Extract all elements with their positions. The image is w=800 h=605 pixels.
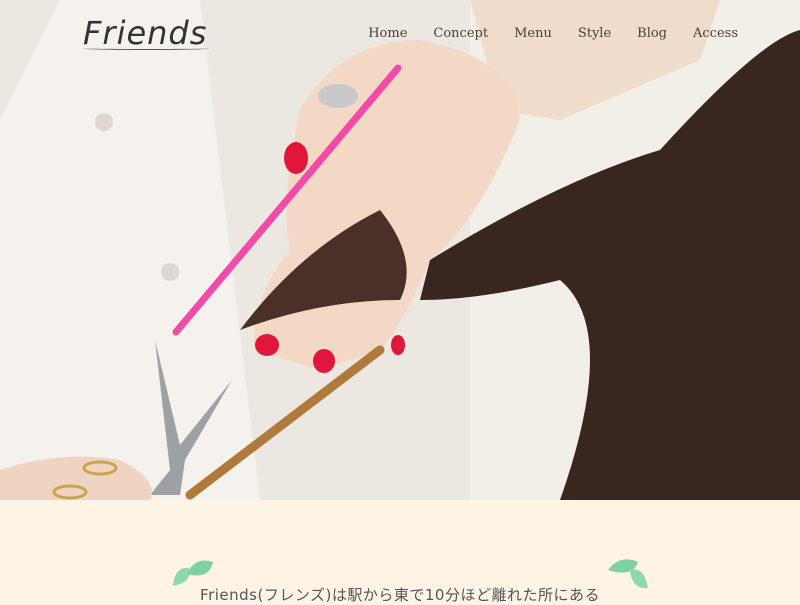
hair-cutting-photo xyxy=(0,0,800,500)
intro-text: Friends(フレンズ)は駅から東で10分ほど離れた所にある xyxy=(200,586,600,604)
intro-section: Friends(フレンズ)は駅から東で10分ほど離れた所にある xyxy=(0,500,800,604)
main-nav: Home Concept Menu Style Blog Access xyxy=(368,26,738,41)
nav-blog[interactable]: Blog xyxy=(637,26,667,41)
nav-access[interactable]: Access xyxy=(693,26,738,41)
site-header: Friends Home Concept Menu Style Blog Acc… xyxy=(0,0,800,70)
nav-style[interactable]: Style xyxy=(578,26,611,41)
nav-menu[interactable]: Menu xyxy=(514,26,552,41)
hero-image: Friends Home Concept Menu Style Blog Acc… xyxy=(0,0,800,500)
nav-home[interactable]: Home xyxy=(368,26,407,41)
logo-underline xyxy=(83,47,209,50)
nav-concept[interactable]: Concept xyxy=(433,26,488,41)
